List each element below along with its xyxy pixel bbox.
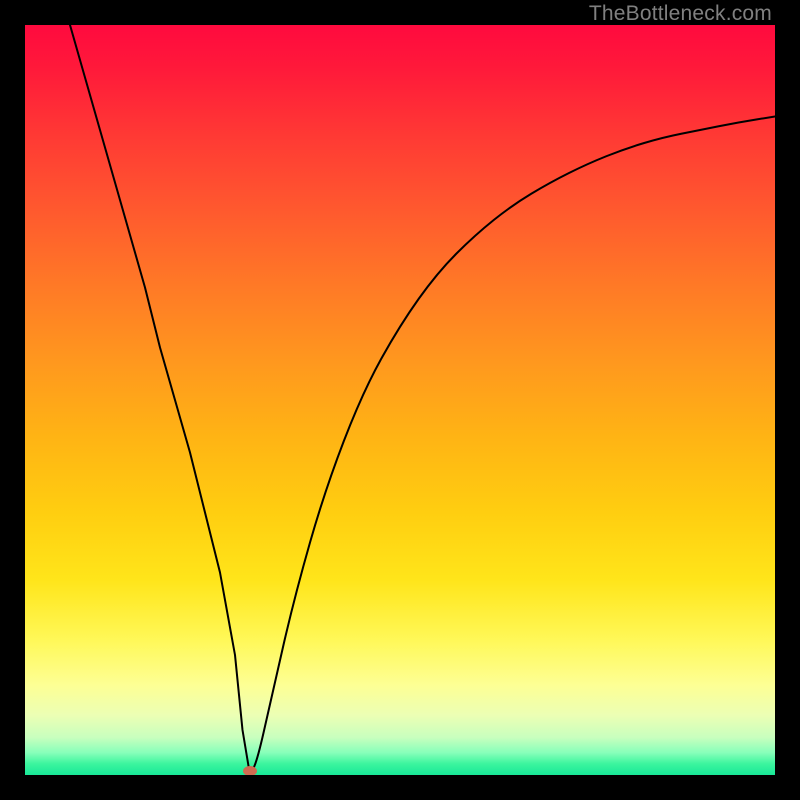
plot-area: [25, 25, 775, 775]
chart-frame: TheBottleneck.com: [0, 0, 800, 800]
bottleneck-curve: [70, 25, 775, 775]
watermark-text: TheBottleneck.com: [589, 2, 772, 26]
curve-svg: [25, 25, 775, 775]
